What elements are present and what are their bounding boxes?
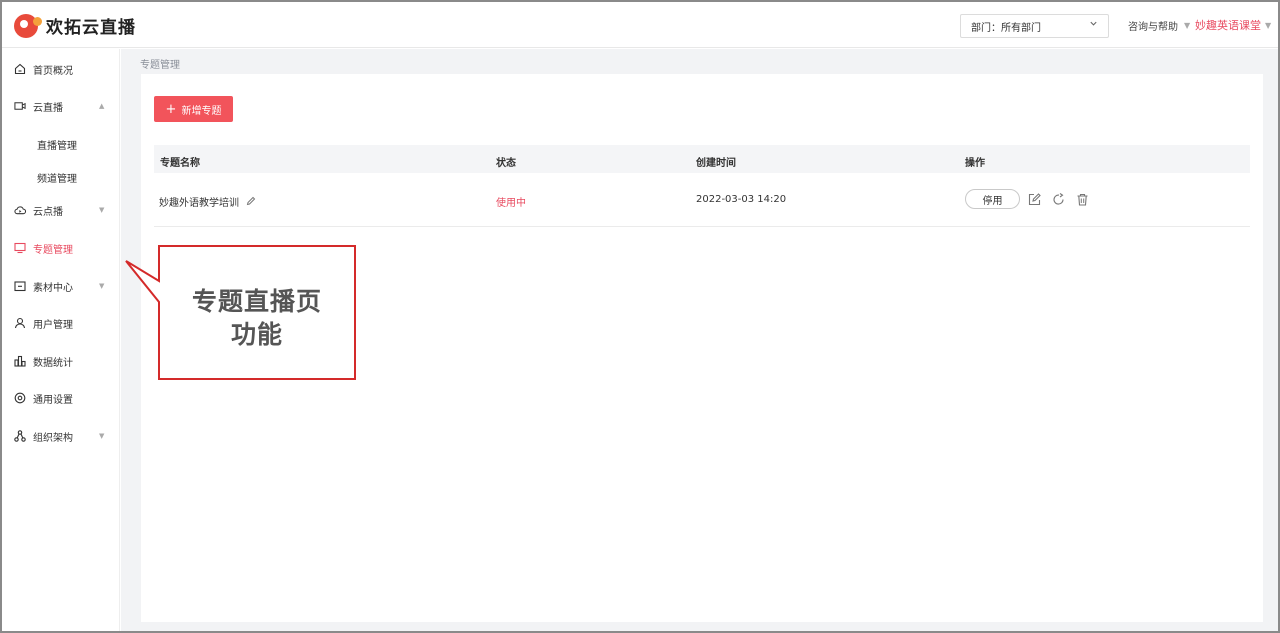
caret-down-icon: ▼ (1184, 21, 1191, 30)
brand-logo[interactable]: 欢拓云直播 (14, 13, 136, 38)
delete-icon[interactable] (1075, 192, 1089, 206)
folder-icon (14, 280, 26, 292)
account-menu[interactable]: 妙趣英语课堂 ▼ (1195, 17, 1271, 33)
video-camera-icon (14, 100, 26, 112)
sidebar-item-label: 专题管理 (33, 244, 73, 256)
sidebar-item-label: 数据统计 (33, 357, 73, 369)
sidebar-item-settings[interactable]: 通用设置 (2, 383, 120, 413)
user-icon (14, 317, 26, 329)
created-time: 2022-03-03 14:20 (696, 194, 787, 205)
app-window: 欢拓云直播 部门：所有部门 咨询与帮助 ▼ 妙趣英语课堂 ▼ 首页概况 云直播 … (0, 0, 1280, 633)
sidebar-subitem-live-manage[interactable]: 直播管理 (37, 137, 77, 152)
sidebar-item-materials[interactable]: 素材中心 ▼ (2, 271, 120, 301)
sidebar-item-label: 云直播 (33, 102, 63, 114)
top-bar: 欢拓云直播 部门：所有部门 咨询与帮助 ▼ 妙趣英语课堂 ▼ (2, 2, 1278, 48)
sidebar-item-label: 用户管理 (33, 319, 73, 331)
chevron-down-icon: ▼ (99, 282, 105, 290)
add-topic-button[interactable]: + 新增专题 (154, 96, 233, 122)
department-select[interactable]: 部门：所有部门 (960, 14, 1109, 38)
column-header-name: 专题名称 (160, 158, 200, 169)
callout-line-2: 功能 (230, 320, 283, 349)
refresh-link-icon[interactable] (1051, 192, 1065, 206)
brand-logo-icon (14, 13, 42, 38)
topic-name-cell: 妙趣外语教学培训 (159, 194, 256, 209)
account-name: 妙趣英语课堂 (1195, 19, 1261, 32)
help-menu[interactable]: 咨询与帮助 ▼ (1128, 18, 1190, 33)
column-header-actions: 操作 (965, 158, 985, 169)
breadcrumb: 专题管理 (140, 60, 180, 71)
sidebar-item-stats[interactable]: 数据统计 (2, 346, 120, 376)
callout-text: 专题直播页 功能 (159, 285, 355, 351)
sidebar: 首页概况 云直播 ▲ 直播管理 频道管理 云点播 ▼ 专题管理 素材中心 ▼ 用… (2, 49, 120, 631)
table-header: 专题名称 状态 创建时间 操作 (154, 145, 1250, 173)
sidebar-item-label: 素材中心 (33, 282, 73, 294)
caret-down-icon: ▼ (1265, 20, 1272, 30)
sidebar-item-home[interactable]: 首页概况 (2, 54, 120, 84)
help-label: 咨询与帮助 (1128, 22, 1178, 33)
status-badge: 使用中 (496, 198, 526, 209)
chevron-down-icon: ▼ (99, 432, 105, 440)
cloud-play-icon (14, 204, 26, 216)
column-header-status: 状态 (496, 158, 516, 169)
sidebar-item-users[interactable]: 用户管理 (2, 308, 120, 338)
chevron-down-icon (1089, 19, 1098, 31)
sidebar-item-label: 首页概况 (33, 65, 73, 77)
column-header-created: 创建时间 (696, 158, 736, 169)
bar-chart-icon (14, 355, 26, 367)
settings-icon (14, 392, 26, 404)
chevron-up-icon: ▲ (99, 102, 105, 110)
sidebar-item-vod[interactable]: 云点播 ▼ (2, 195, 120, 225)
callout-line-1: 专题直播页 (191, 287, 322, 316)
plus-icon: + (165, 101, 177, 117)
sidebar-item-label: 通用设置 (33, 394, 73, 406)
rename-pencil-icon[interactable] (243, 196, 256, 209)
sidebar-item-live[interactable]: 云直播 ▲ (2, 91, 120, 121)
brand-name: 欢拓云直播 (46, 18, 136, 38)
chevron-down-icon: ▼ (99, 206, 105, 214)
topic-name: 妙趣外语教学培训 (159, 198, 239, 209)
sidebar-item-org[interactable]: 组织架构 ▼ (2, 421, 120, 451)
sidebar-subitem-channel-manage[interactable]: 频道管理 (37, 170, 77, 185)
add-topic-button-label: 新增专题 (181, 105, 222, 117)
department-select-value: 部门：所有部门 (971, 22, 1041, 34)
disable-button[interactable]: 停用 (965, 189, 1020, 209)
org-tree-icon (14, 430, 26, 442)
edit-icon[interactable] (1027, 192, 1041, 206)
monitor-icon (14, 242, 26, 254)
sidebar-item-topics[interactable]: 专题管理 (2, 233, 120, 263)
sidebar-item-label: 组织架构 (33, 432, 73, 444)
home-icon (14, 63, 26, 75)
sidebar-item-label: 云点播 (33, 206, 63, 218)
